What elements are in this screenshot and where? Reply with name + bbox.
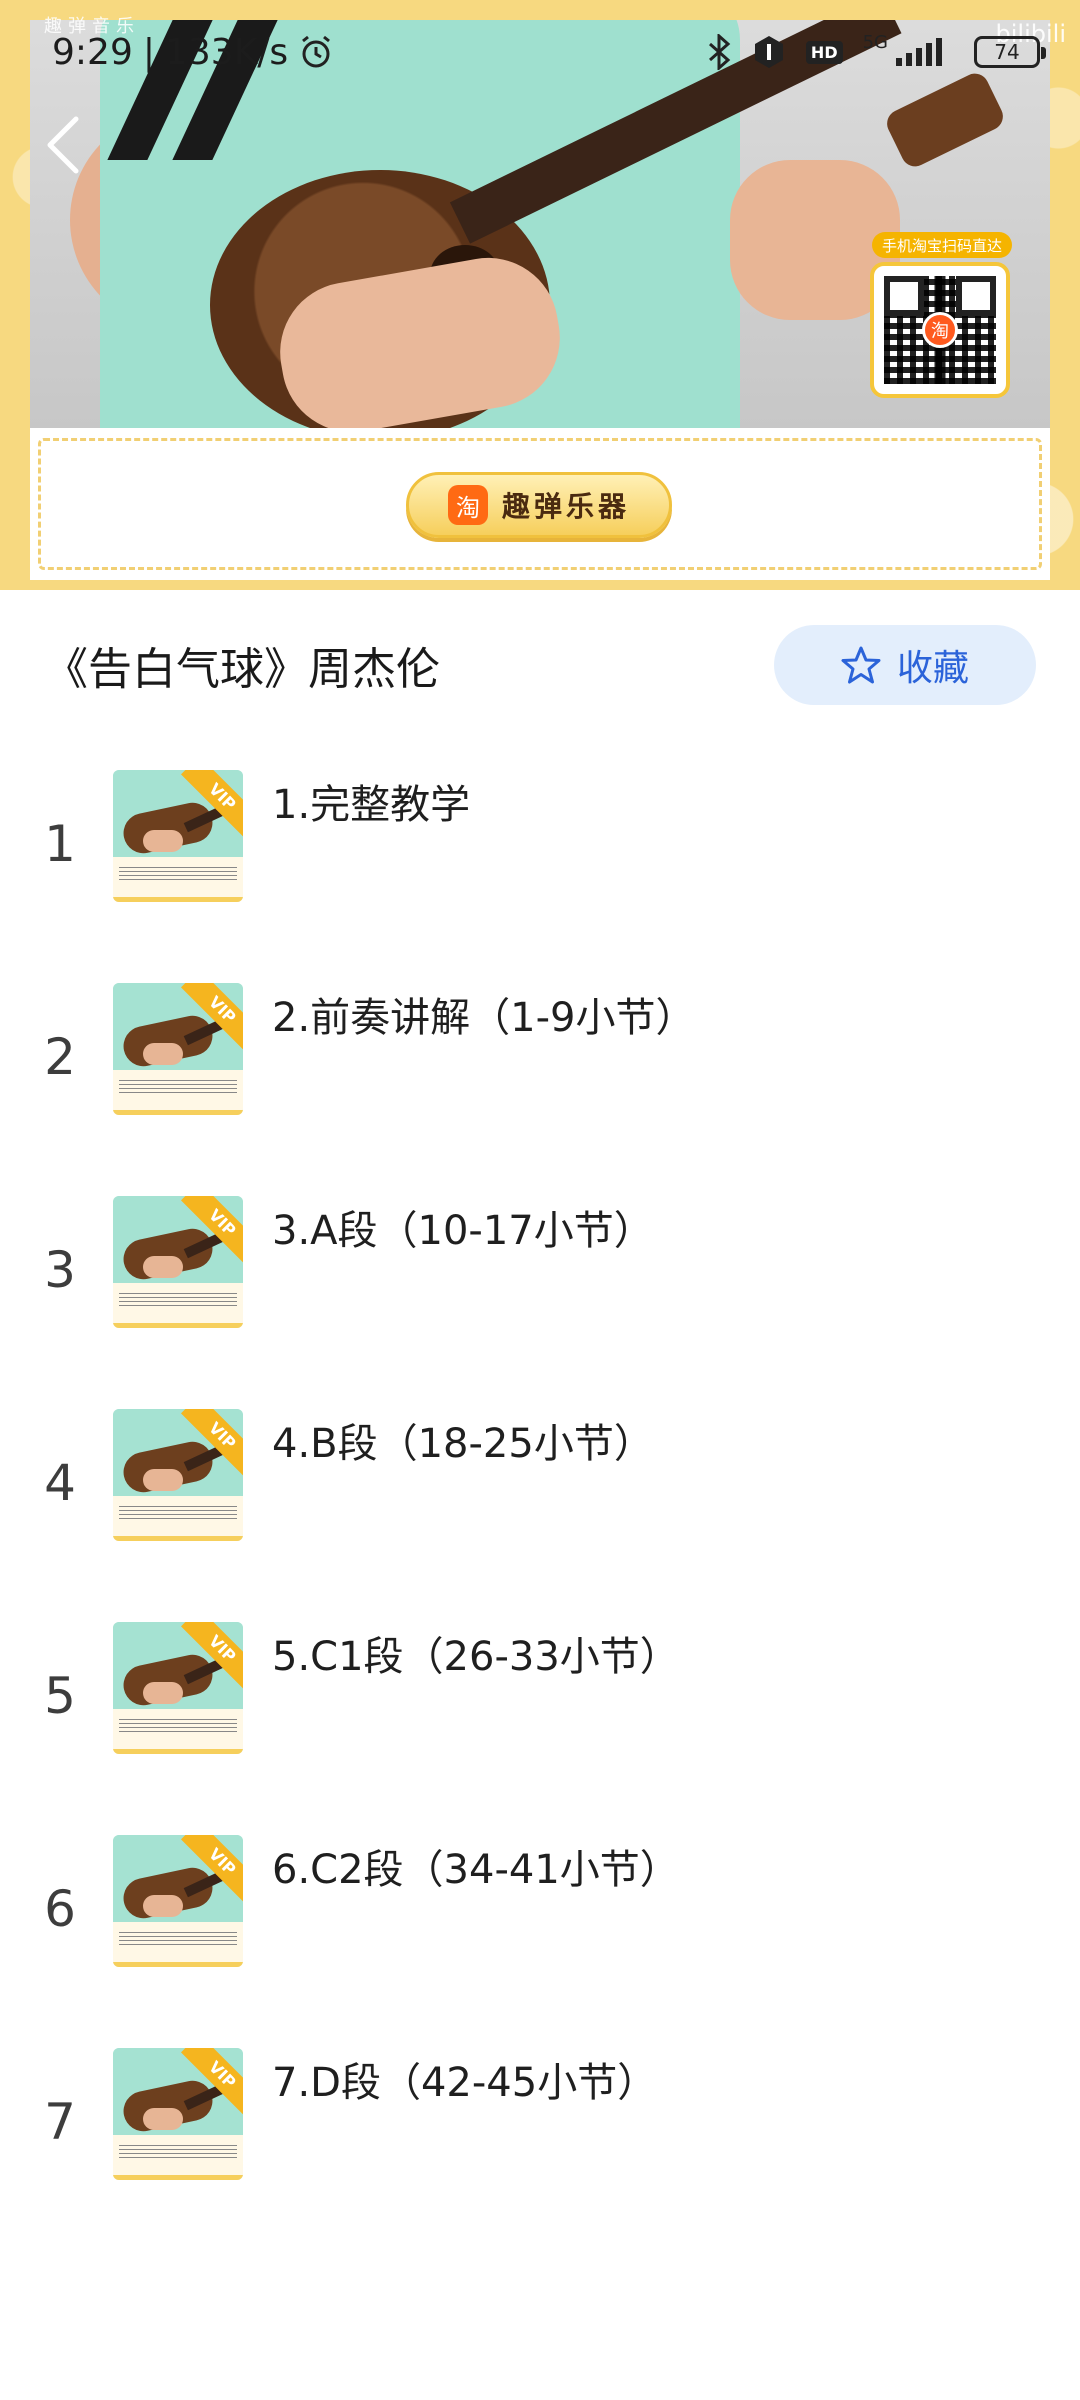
qr-code: 淘	[870, 262, 1010, 398]
episode-item[interactable]: 3 VIP 3.A段（10-17小节）	[0, 1196, 1080, 1409]
brand-pill: 淘 趣弹乐器	[406, 472, 672, 538]
thumb-tab-strip	[113, 1496, 243, 1541]
episode-index: 6	[44, 1880, 76, 1938]
episode-title: 5.C1段（26-33小节）	[272, 1634, 680, 1680]
favorite-label: 收藏	[896, 648, 969, 689]
episode-index: 1	[44, 815, 76, 873]
network-type: 5G	[862, 31, 888, 53]
alarm-icon	[302, 35, 331, 68]
status-divider: |	[142, 31, 155, 73]
page-title: 《告白气球》周杰伦	[44, 644, 440, 695]
status-left: 9:29 | 133K/s	[52, 32, 334, 73]
episode-index: 7	[44, 2093, 76, 2151]
star-outline-icon	[841, 646, 881, 684]
video-lower-banner: 淘 趣弹乐器	[30, 428, 1050, 580]
episode-title: 2.前奏讲解（1-9小节）	[272, 995, 696, 1041]
episode-index: 4	[44, 1454, 76, 1512]
title-row: 《告白气球》周杰伦 收藏	[0, 620, 1080, 710]
episode-index: 3	[44, 1241, 76, 1299]
episode-index: 2	[44, 1028, 76, 1086]
episode-item[interactable]: 5 VIP 5.C1段（26-33小节）	[0, 1622, 1080, 1835]
thumb-hand	[143, 1256, 183, 1278]
thumb-tab-lines	[119, 867, 237, 883]
bluetooth-icon	[708, 34, 731, 70]
episode-title: 4.B段（18-25小节）	[272, 1421, 654, 1467]
brand-name: 趣弹乐器	[501, 490, 630, 523]
episode-title: 6.C2段（34-41小节）	[272, 1847, 680, 1893]
episode-item[interactable]: 7 VIP 7.D段（42-45小节）	[0, 2048, 1080, 2261]
status-time: 9:29	[52, 31, 133, 73]
episode-title: 3.A段（10-17小节）	[272, 1208, 654, 1254]
thumb-tab-strip	[113, 1070, 243, 1115]
signal-icon	[896, 38, 942, 66]
episode-thumbnail: VIP	[113, 2048, 243, 2180]
episode-item[interactable]: 4 VIP 4.B段（18-25小节）	[0, 1409, 1080, 1622]
favorite-button[interactable]: 收藏	[774, 625, 1036, 705]
thumb-hand	[143, 1895, 183, 1917]
thumb-hand	[143, 830, 183, 852]
thumb-tab-lines	[119, 1080, 237, 1096]
episode-item[interactable]: 6 VIP 6.C2段（34-41小节）	[0, 1835, 1080, 2048]
thumb-tab-strip	[113, 1283, 243, 1328]
thumb-tab-strip	[113, 857, 243, 902]
taobao-logo-icon: 淘	[922, 312, 958, 348]
episode-item[interactable]: 2 VIP 2.前奏讲解（1-9小节）	[0, 983, 1080, 1196]
episode-thumbnail: VIP	[113, 1409, 243, 1541]
episode-item[interactable]: 1 VIP 1.完整教学	[0, 770, 1080, 983]
thumb-hand	[143, 1043, 183, 1065]
thumb-tab-strip	[113, 1709, 243, 1754]
episode-list: 1 VIP 1.完整教学 2 VIP 2.前奏讲解（1-9小节） 3 VIP 3.A段（10-1…	[0, 770, 1080, 2261]
episode-title: 7.D段（42-45小节）	[272, 2060, 658, 2106]
episode-thumbnail: VIP	[113, 770, 243, 902]
nfc-icon	[754, 36, 783, 68]
thumb-hand	[143, 1682, 183, 1704]
thumb-hand	[143, 2108, 183, 2130]
hd-badge: HD	[805, 40, 843, 64]
status-net-speed: 133K/s	[164, 31, 289, 73]
thumb-tab-strip	[113, 2135, 243, 2180]
status-right: HD 5G 74	[706, 31, 1046, 70]
thumb-tab-strip	[113, 1922, 243, 1967]
thumb-hand	[143, 1469, 183, 1491]
qr-pattern: 淘	[884, 276, 996, 384]
episode-thumbnail: VIP	[113, 983, 243, 1115]
episode-thumbnail: VIP	[113, 1196, 243, 1328]
ukulele-headstock	[882, 68, 1008, 172]
episode-index: 5	[44, 1667, 76, 1725]
episode-thumbnail: VIP	[113, 1622, 243, 1754]
thumb-tab-lines	[119, 1719, 237, 1735]
thumb-tab-lines	[119, 2145, 237, 2161]
thumb-tab-lines	[119, 1932, 237, 1948]
battery-indicator: 74	[974, 36, 1046, 68]
thumb-tab-lines	[119, 1293, 237, 1309]
back-button[interactable]	[40, 112, 86, 178]
episode-thumbnail: VIP	[113, 1835, 243, 1967]
qr-caption: 手机淘宝扫码直达	[872, 232, 1012, 258]
chevron-left-icon	[47, 116, 79, 174]
status-bar: 9:29 | 133K/s HD 5G 74	[0, 22, 1080, 82]
thumb-tab-lines	[119, 1506, 237, 1522]
brand-logo-icon: 淘	[447, 485, 488, 525]
video-player[interactable]: 手机淘宝扫码直达 淘 淘 趣弹乐器 趣弹音乐 bilibili	[0, 0, 1080, 590]
episode-title: 1.完整教学	[272, 782, 471, 828]
